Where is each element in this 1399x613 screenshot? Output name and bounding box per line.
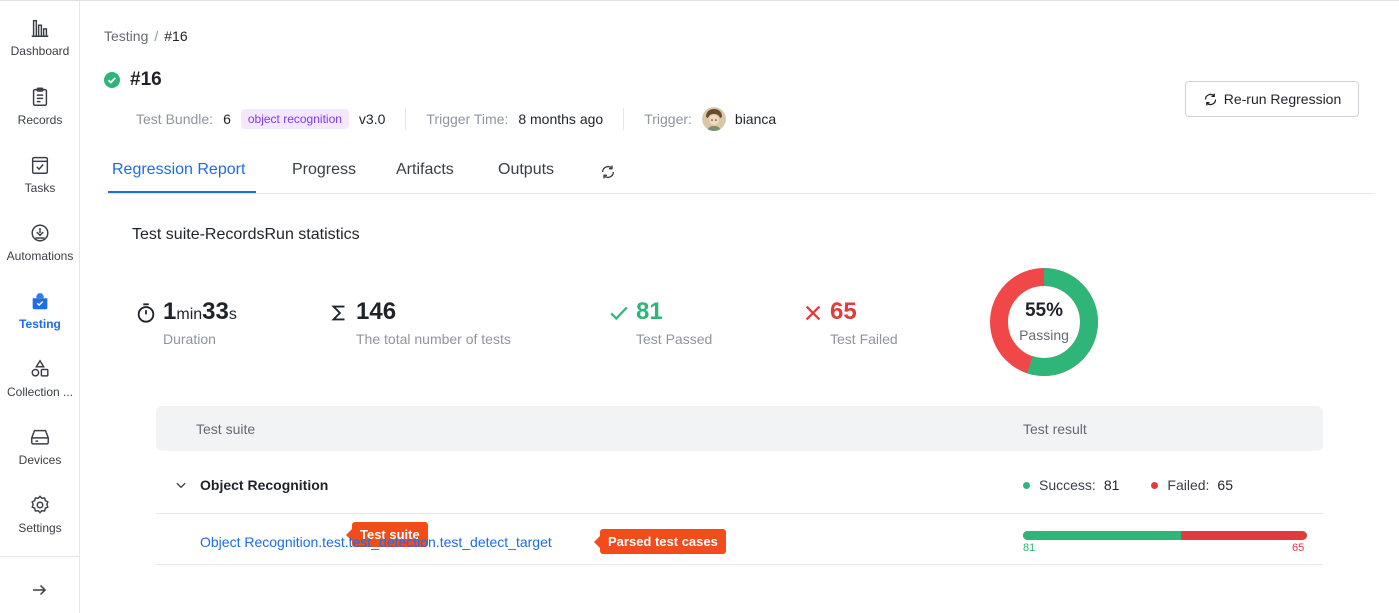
table-row: Object Recognition Test suite Success: 8… [156,451,1323,547]
page-title: #16 [130,69,162,90]
failed-value: 65 [830,298,857,325]
duration-sec-unit: s [228,306,237,323]
breadcrumb-current: #16 [164,28,188,44]
bundle-version: v3.0 [358,111,386,127]
success-dot [1023,481,1030,489]
sidebar-item-label: Testing [19,317,61,331]
refresh-icon[interactable] [600,164,616,180]
automation-icon [31,224,49,242]
sidebar-item-label: Collection ... [6,385,74,399]
table-row: Object Recognition.test.test_detection.t… [156,514,1323,565]
success-value: 81 [1103,477,1120,493]
task-icon [31,156,49,174]
statistics-title: Test suite-RecordsRun statistics [132,226,360,243]
tab-progress[interactable]: Progress [292,161,356,179]
sidebar-item-testing[interactable]: Testing [0,290,80,350]
check-icon [610,306,628,321]
donut-center: 55% Passing [988,300,1100,343]
sidebar-item-label: Settings [18,521,62,535]
breadcrumb: Testing / #16 [104,28,188,44]
bundle-tag: object recognition [240,109,349,129]
sidebar-item-automations[interactable]: Automations [0,222,80,282]
passed-label: Test Passed [636,331,713,347]
trigger-user: bianca [734,111,777,127]
failed-label: Test Failed [830,331,898,347]
gear-icon [31,495,49,514]
rerun-label: Re-run Regression [1223,91,1342,107]
success-label: Success: [1039,477,1096,493]
main-content: Testing / #16 #16 Test Bundle: 6 object re… [80,1,1399,613]
sidebar-expand-button[interactable] [0,556,79,613]
meta-divider [623,108,625,130]
avatar [701,107,726,131]
sidebar-item-tasks[interactable]: Tasks [0,154,80,214]
sidebar: Dashboard Records Tasks Automations Test… [0,1,80,613]
tab-bar: Regression Report Progress Artifacts Out… [104,151,1375,194]
passed-value: 81 [636,298,663,325]
run-metadata: Test Bundle: 6 object recognition v3.0 T… [136,107,776,131]
failed-value: 65 [1217,477,1233,493]
suite-name[interactable]: Object Recognition [200,477,328,493]
trigger-time-value: 8 months ago [518,111,604,127]
sidebar-item-label: Dashboard [10,44,70,58]
bar-pass-label: 81 [1023,542,1036,554]
clipboard-icon [32,87,48,106]
collection-icon [31,359,49,377]
sigma-icon [331,305,345,321]
stopwatch-icon [137,303,155,323]
sidebar-item-label: Records [17,113,63,127]
meta-divider [405,108,407,130]
suite-result-summary: Success: 81 Failed: 65 [1023,477,1233,493]
failed-label: Failed: [1167,477,1210,493]
sidebar-item-records[interactable]: Records [0,86,80,146]
breadcrumb-separator: / [154,28,159,44]
column-header-suite: Test suite [196,421,256,437]
trigger-time-label: Trigger Time: [426,111,509,127]
device-icon [31,429,49,445]
app-window: Dashboard Records Tasks Automations Test… [0,0,1399,613]
testing-icon [32,293,48,310]
tab-outputs[interactable]: Outputs [498,161,554,179]
duration-value: 1min33s [163,298,237,326]
active-tab-indicator [108,191,256,193]
test-bundle-label: Test Bundle: [136,111,214,127]
chevron-down-icon[interactable] [174,478,188,492]
trigger-label: Trigger: [644,111,692,127]
passing-label: Passing [1019,327,1069,343]
sidebar-item-label: Tasks [24,181,56,195]
refresh-icon [1204,93,1216,105]
failed-dot [1151,481,1159,489]
breadcrumb-parent[interactable]: Testing [104,28,148,44]
column-header-result: Test result [1023,421,1087,437]
page-header: #16 [104,69,162,91]
sidebar-item-label: Automations [6,249,74,263]
sidebar-item-settings[interactable]: Settings [0,494,80,554]
sidebar-item-devices[interactable]: Devices [0,426,80,486]
total-value: 146 [356,298,397,325]
duration-sec: 33 [202,298,229,325]
test-case-link[interactable]: Object Recognition.test.test_detection.t… [200,534,552,550]
test-case-callout: Parsed test cases [594,529,726,554]
rerun-regression-button[interactable]: Re-run Regression [1185,81,1359,117]
sidebar-item-collection[interactable]: Collection ... [0,358,80,418]
duration-min-unit: min [176,306,203,323]
close-icon [805,305,821,321]
test-bundle-value: 6 [223,111,231,127]
result-progress-bar [1023,531,1307,540]
arrow-right-icon [33,584,47,596]
sidebar-item-label: Devices [18,453,62,467]
bar-fail-label: 65 [1292,542,1305,554]
total-label: The total number of tests [356,331,511,347]
passing-percent: 55% [1024,300,1064,321]
sidebar-item-dashboard[interactable]: Dashboard [0,17,80,77]
bar-chart-icon [31,19,49,37]
tab-artifacts[interactable]: Artifacts [396,161,454,179]
results-table: Test suite Test result Object Recognitio… [156,406,1323,565]
check-circle-icon [104,72,120,88]
tab-regression-report[interactable]: Regression Report [112,161,245,179]
table-header: Test suite Test result [156,406,1323,451]
result-progress-fill [1023,531,1181,540]
duration-min: 1 [163,298,177,325]
duration-label: Duration [163,331,216,347]
